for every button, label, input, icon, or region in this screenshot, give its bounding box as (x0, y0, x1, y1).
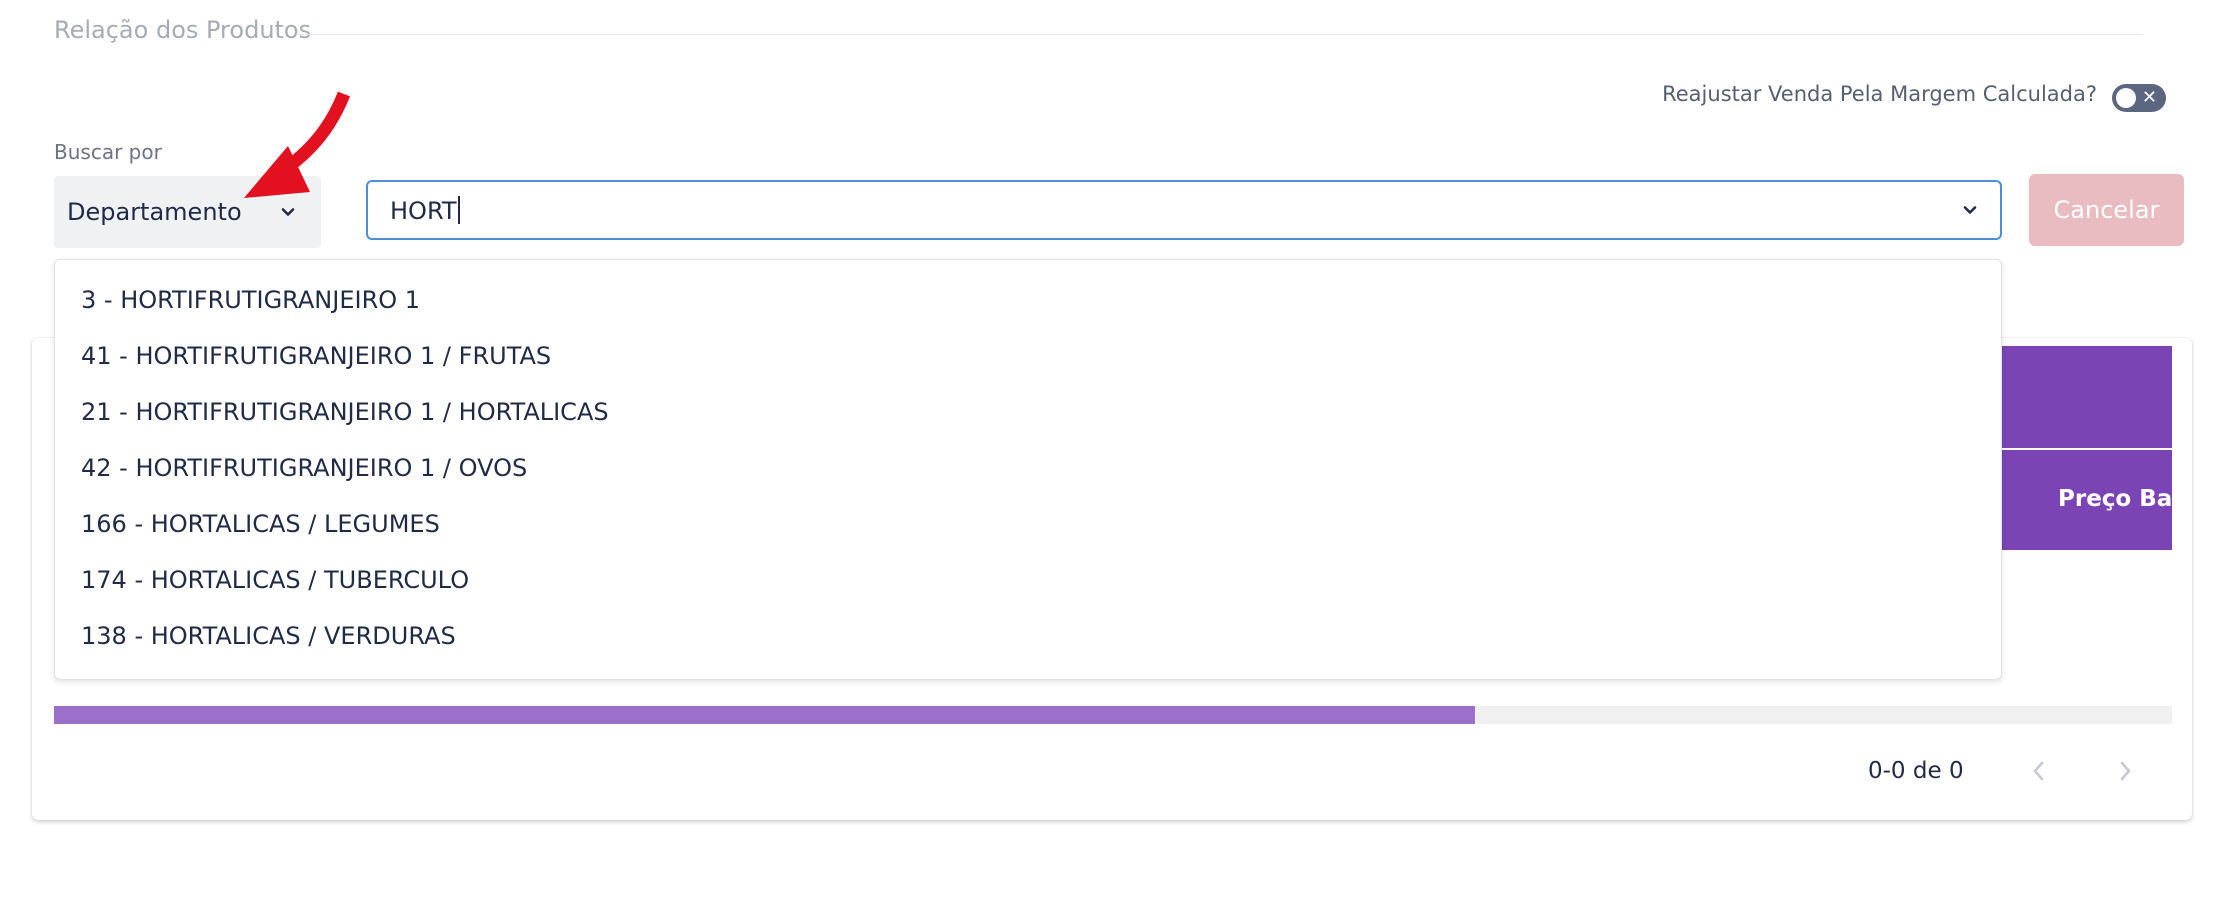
column-header-preco-base[interactable]: Preço Bas (2058, 486, 2186, 512)
loading-progress-bar (54, 706, 2172, 724)
dropdown-option[interactable]: 21 - HORTIFRUTIGRANJEIRO 1 / HORTALICAS (81, 398, 609, 426)
chevron-left-icon[interactable] (2027, 758, 2051, 784)
section-divider (296, 34, 2142, 35)
chevron-down-icon[interactable] (1962, 202, 1978, 218)
department-dropdown-list: 3 - HORTIFRUTIGRANJEIRO 1 41 - HORTIFRUT… (54, 259, 2002, 680)
page: Relação dos Produtos Reajustar Venda Pel… (0, 0, 2223, 897)
section-title: Relação dos Produtos (54, 16, 312, 44)
loading-progress-fill (54, 706, 1476, 724)
pagination-range: 0-0 de 0 (1868, 758, 1964, 784)
dropdown-option[interactable]: 174 - HORTALICAS / TUBERCULO (81, 566, 469, 594)
red-annotation-arrow-icon (244, 91, 351, 198)
dropdown-option[interactable]: 166 - HORTALICAS / LEGUMES (81, 510, 440, 538)
search-by-label: Buscar por (54, 140, 162, 164)
x-icon: ✕ (2141, 87, 2157, 108)
search-by-selected-value: Departamento (67, 198, 242, 226)
toggle-knob (2116, 88, 2136, 108)
chevron-right-icon[interactable] (2113, 758, 2137, 784)
search-input-value: HORT (390, 196, 460, 225)
reajustar-toggle[interactable]: ✕ (2112, 84, 2166, 112)
dropdown-option[interactable]: 3 - HORTIFRUTIGRANJEIRO 1 (81, 286, 420, 314)
reajustar-toggle-label: Reajustar Venda Pela Margem Calculada? (1662, 82, 2097, 106)
search-input[interactable]: HORT (366, 180, 2002, 240)
dropdown-option[interactable]: 42 - HORTIFRUTIGRANJEIRO 1 / OVOS (81, 454, 527, 482)
cancel-button[interactable]: Cancelar (2029, 174, 2184, 246)
dropdown-option[interactable]: 41 - HORTIFRUTIGRANJEIRO 1 / FRUTAS (81, 342, 551, 370)
dropdown-option[interactable]: 138 - HORTALICAS / VERDURAS (81, 622, 456, 650)
text-caret (457, 196, 460, 224)
